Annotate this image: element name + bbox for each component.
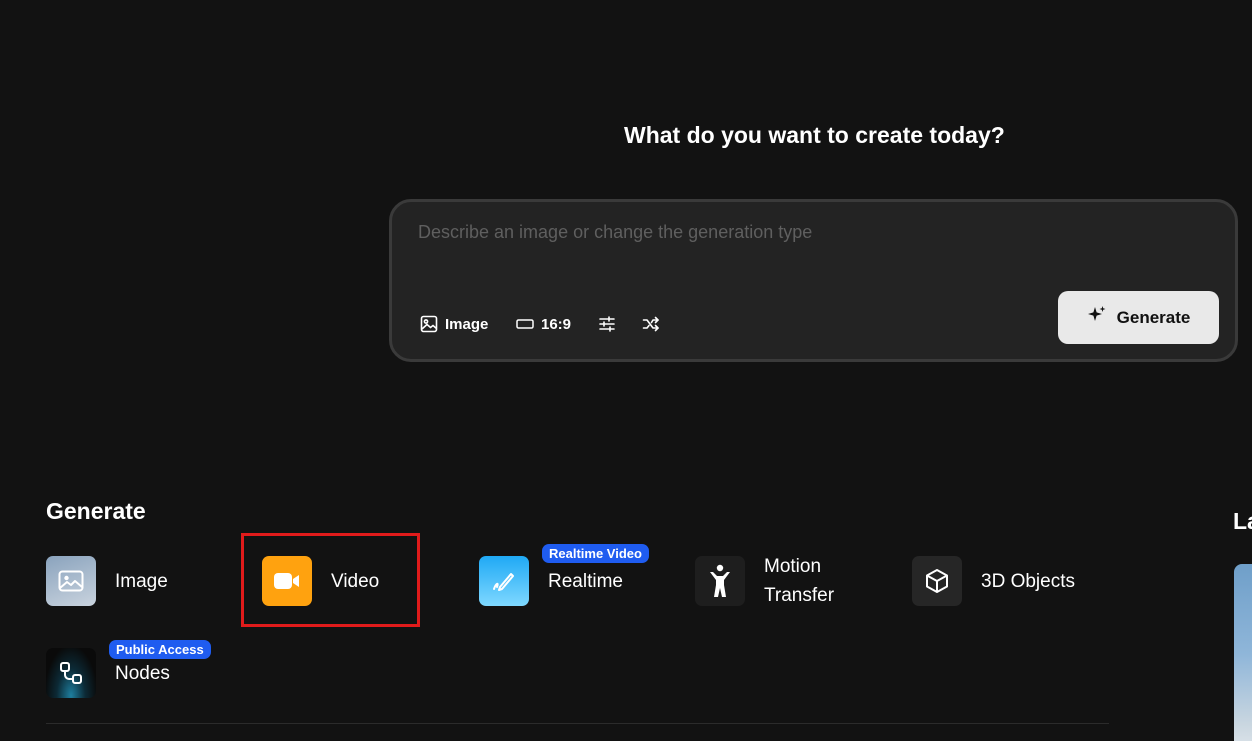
aspect-ratio-label: 16:9 [541,315,572,333]
highlight-box [241,533,420,627]
image-icon [420,315,438,333]
public-access-badge: Public Access [109,640,211,659]
generate-item-motion-transfer[interactable]: Motion Transfer [695,552,834,610]
generation-type-button[interactable]: Image [420,312,488,336]
section-divider [46,723,1109,724]
aspect-ratio-icon [516,318,534,330]
pen-icon [479,556,529,606]
page-headline: What do you want to create today? [624,122,1005,148]
randomize-button[interactable] [642,312,660,336]
generate-button[interactable]: Generate [1058,291,1219,344]
shuffle-icon [642,315,660,333]
image-icon [46,556,96,606]
generate-section-title: Generate [46,498,146,524]
sliders-icon [598,315,616,333]
settings-button[interactable] [598,312,616,336]
generate-item-realtime-label: Realtime [548,570,623,592]
motion-transfer-label-line1: Motion [764,556,822,577]
right-section-thumbnail[interactable] [1234,564,1252,741]
generate-item-3d-objects[interactable]: 3D Objects [912,556,1075,606]
prompt-box: Image 16:9 [389,199,1238,362]
generate-item-motion-transfer-label: Motion Transfer [764,552,834,610]
motion-transfer-label-line2: Transfer [764,585,835,606]
generate-item-image-label: Image [115,570,168,592]
generation-type-label: Image [445,315,489,333]
right-section-title: La [1233,508,1252,534]
generate-item-nodes-label: Nodes [115,662,170,684]
nodes-icon [46,648,96,698]
sparkle-icon [1087,305,1107,330]
generate-item-image[interactable]: Image [46,556,168,606]
realtime-video-badge: Realtime Video [542,544,649,563]
page: What do you want to create today? Image … [0,0,1252,741]
generate-item-3d-objects-label: 3D Objects [981,570,1075,592]
generate-button-label: Generate [1116,307,1191,327]
cube-icon [912,556,962,606]
aspect-ratio-button[interactable]: 16:9 [516,312,571,336]
generate-item-realtime[interactable]: Realtime [479,556,623,606]
prompt-input[interactable] [416,220,1200,274]
person-icon [695,556,745,606]
